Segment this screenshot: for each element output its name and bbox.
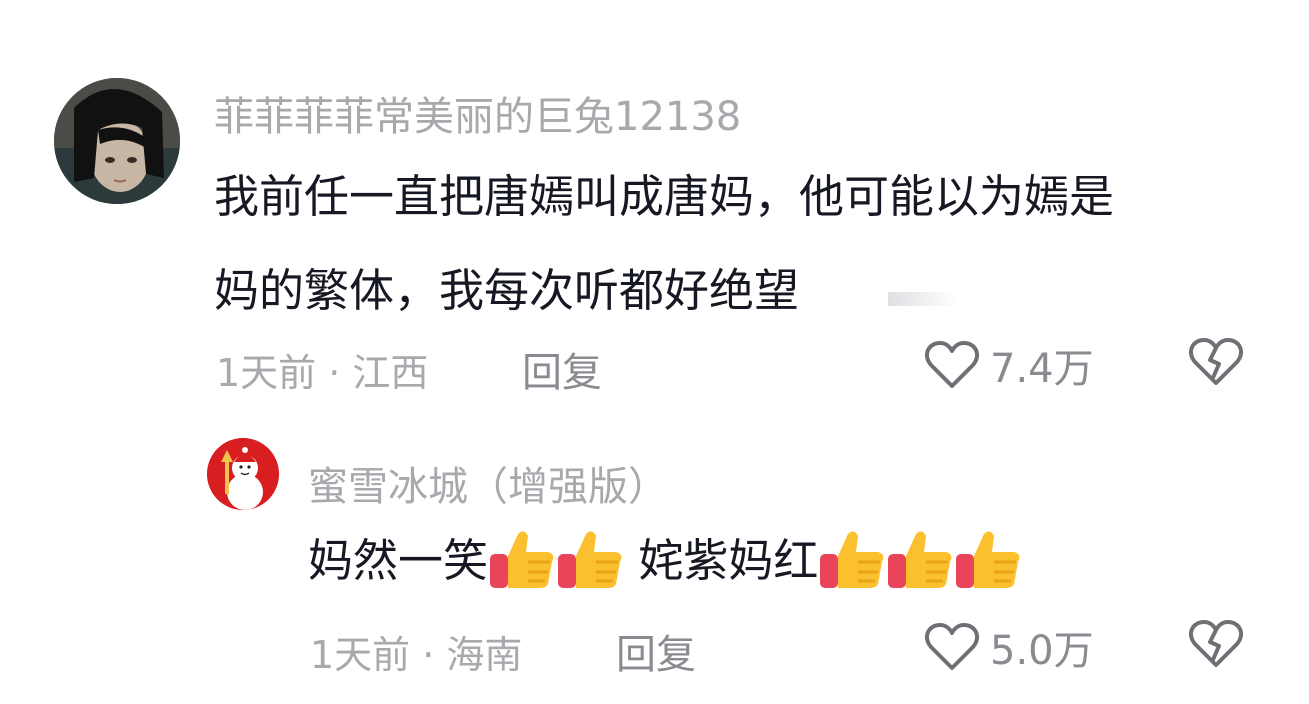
reply-button[interactable]: 回复 <box>616 622 696 680</box>
like-count: 7.4万 <box>990 346 1094 392</box>
comment-text-line: 我前任一直把唐嫣叫成唐妈，他可能以为嫣是 <box>214 170 1115 223</box>
like-button[interactable]: 7.4万 <box>924 336 1094 394</box>
thumbs-up-icon <box>818 528 886 601</box>
snowman-mascot-icon <box>207 438 279 510</box>
heart-icon <box>924 341 980 388</box>
comment-meta: 1天前 · 江西 <box>216 351 429 395</box>
broken-heart-icon <box>1188 620 1244 667</box>
thumbs-up-icon <box>886 528 954 601</box>
comment-text-line: 妈的繁体，我每次听都好绝望 <box>214 264 800 317</box>
thumbs-up-icon <box>488 528 556 601</box>
thumbs-up-icon <box>954 528 1022 601</box>
heart-icon <box>924 623 980 670</box>
comment-meta: 1天前 · 海南 <box>310 633 523 677</box>
user-avatar[interactable] <box>207 438 279 510</box>
reply-button[interactable]: 回复 <box>522 340 602 398</box>
dislike-button[interactable] <box>1188 618 1244 674</box>
thumbs-up-icon <box>556 528 624 601</box>
like-count: 5.0万 <box>990 628 1094 674</box>
comment-text-part: 妈然一笑 <box>308 534 489 587</box>
comment-username[interactable]: 菲菲菲菲常美丽的巨兔12138 <box>214 84 741 142</box>
avatar-portrait-icon <box>54 78 180 204</box>
comment-text-line: 妈然一笑 姹紫妈红 <box>308 524 1022 601</box>
comment-username[interactable]: 蜜雪冰城（增强版） <box>308 454 668 512</box>
like-button[interactable]: 5.0万 <box>924 618 1094 676</box>
text-fade-overlay <box>888 292 958 306</box>
broken-heart-icon <box>1188 338 1244 385</box>
user-avatar[interactable] <box>54 78 180 204</box>
dislike-button[interactable] <box>1188 336 1244 392</box>
comment-text-part: 姹紫妈红 <box>624 534 819 587</box>
